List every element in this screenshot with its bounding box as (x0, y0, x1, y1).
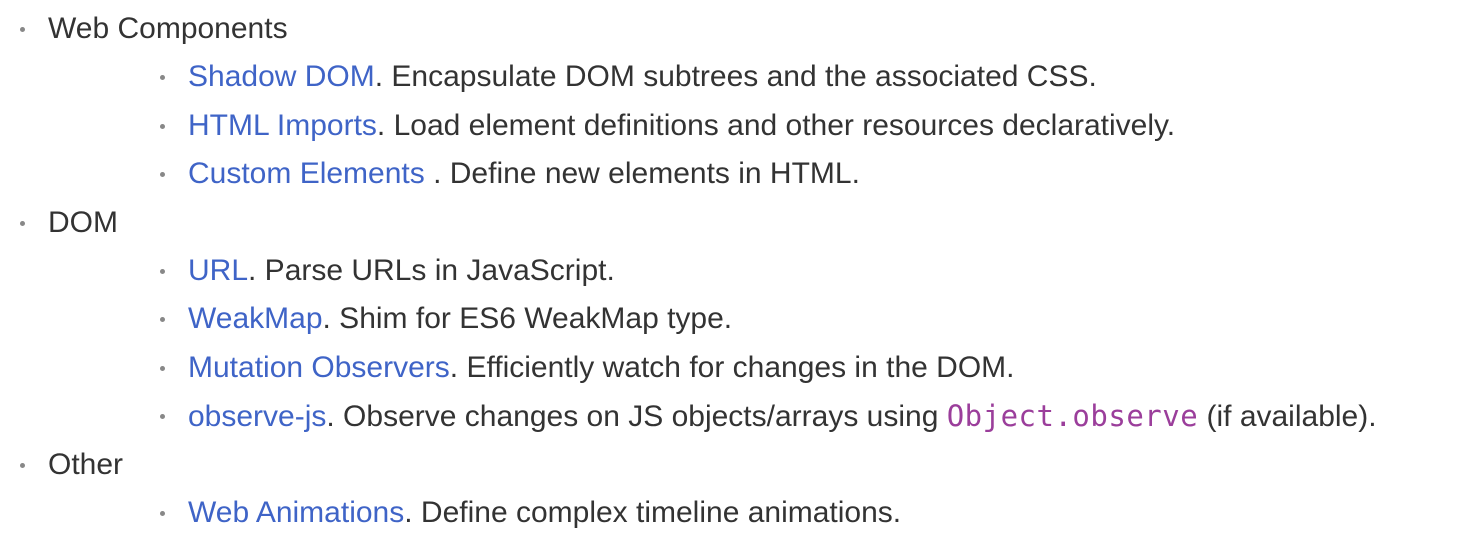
section-heading: Other (0, 441, 1377, 489)
list-item: WeakMap. Shim for ES6 WeakMap type. (0, 295, 1377, 343)
item-description: . Observe changes on JS objects/arrays u… (326, 400, 947, 434)
bullet-icon (20, 220, 25, 226)
document-body: Web Components Shadow DOM. Encapsulate D… (0, 0, 1466, 552)
link-weakmap[interactable]: WeakMap (188, 302, 323, 335)
section-heading: DOM (0, 199, 1377, 247)
bullet-icon (160, 172, 165, 178)
link-observe-js[interactable]: observe-js (188, 400, 326, 433)
list-item: Mutation Observers. Efficiently watch fo… (0, 344, 1377, 392)
bullet-icon (160, 317, 165, 323)
bullet-icon (160, 123, 165, 129)
list-item: HTML Imports. Load element definitions a… (0, 102, 1377, 150)
list-item: Web Animations. Define complex timeline … (0, 489, 1377, 537)
list-item: URL. Parse URLs in JavaScript. (0, 247, 1377, 295)
section-title: DOM (48, 205, 118, 239)
bullet-icon (160, 414, 165, 420)
list-item: Shadow DOM. Encapsulate DOM subtrees and… (0, 53, 1377, 101)
feature-list: Web Components Shadow DOM. Encapsulate D… (0, 5, 1377, 537)
link-web-animations[interactable]: Web Animations (188, 496, 404, 529)
list-item: Custom Elements . Define new elements in… (0, 150, 1377, 198)
section-title: Web Components (48, 12, 288, 45)
section-web-components: Web Components Shadow DOM. Encapsulate D… (0, 5, 1377, 199)
section-dom: DOM URL. Parse URLs in JavaScript. WeakM… (0, 199, 1377, 441)
sub-list: Shadow DOM. Encapsulate DOM subtrees and… (0, 53, 1377, 198)
bullet-icon (160, 365, 165, 371)
sub-list: URL. Parse URLs in JavaScript. WeakMap. … (0, 247, 1377, 441)
link-mutation-observers[interactable]: Mutation Observers (188, 351, 450, 384)
section-other: Other Web Animations. Define complex tim… (0, 441, 1377, 538)
item-description: . Define new elements in HTML. (433, 157, 860, 191)
sub-list: Web Animations. Define complex timeline … (0, 489, 1377, 537)
item-description: . Load element definitions and other res… (376, 108, 1176, 142)
item-description: . Parse URLs in JavaScript. (248, 253, 615, 287)
link-html-imports[interactable]: HTML Imports (188, 109, 377, 142)
link-custom-elements[interactable]: Custom Elements (188, 157, 433, 190)
bullet-icon (160, 510, 165, 516)
item-description-after: (if available). (1198, 400, 1377, 434)
item-description: . Shim for ES6 WeakMap type. (322, 302, 733, 336)
link-shadow-dom[interactable]: Shadow DOM (188, 60, 375, 93)
link-url[interactable]: URL (188, 254, 248, 287)
bullet-icon (20, 27, 25, 32)
bullet-icon (20, 462, 25, 468)
bullet-icon (160, 75, 165, 81)
bullet-icon (160, 268, 165, 274)
section-heading: Web Components (0, 5, 1377, 53)
section-title: Other (48, 447, 124, 481)
list-item: observe-js. Observe changes on JS object… (0, 392, 1377, 440)
item-description: . Efficiently watch for changes in the D… (449, 350, 1015, 384)
item-description: . Encapsulate DOM subtrees and the assoc… (374, 60, 1097, 94)
inline-code: Object.observe (946, 399, 1199, 434)
item-description: . Define complex timeline animations. (404, 495, 902, 529)
